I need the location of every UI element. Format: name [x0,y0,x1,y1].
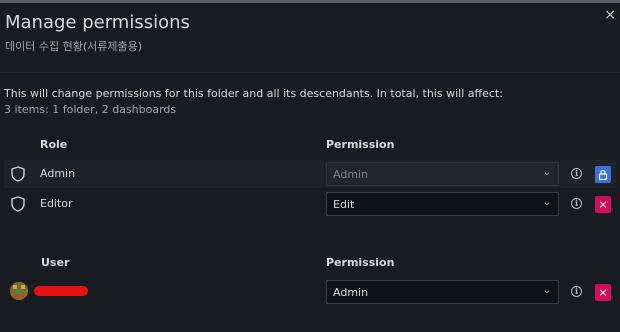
permission-value: Admin [333,286,369,299]
chevron-down-icon: ⌄ [542,197,551,208]
shield-icon [11,196,25,212]
permission-column-header: Permission [326,256,395,269]
info-icon[interactable]: i [571,198,582,209]
permission-select[interactable]: Edit ⌄ [326,192,559,216]
header-divider [0,72,620,73]
lock-button [595,166,611,183]
role-row-admin: Admin Admin ⌄ i [4,160,616,188]
role-name: Editor [40,197,73,210]
permission-value: Edit [333,198,355,211]
remove-button[interactable]: × [595,284,611,301]
shield-icon [11,166,25,182]
info-counts: 3 items: 1 folder, 2 dashboards [4,103,177,116]
user-column-header: User [41,256,70,269]
folder-name: 데이터 수집 현황(서류제출용) [5,40,143,53]
close-icon[interactable]: × [604,8,616,22]
user-row: Admin ⌄ i × [4,278,616,306]
avatar [10,282,28,300]
chevron-down-icon: ⌄ [542,167,551,178]
info-icon[interactable]: i [571,286,582,297]
permission-select: Admin ⌄ [326,162,559,186]
permission-column-header: Permission [326,138,395,151]
remove-button[interactable]: × [595,196,611,213]
lock-icon [598,169,608,181]
role-column-header: Role [40,138,68,151]
dialog-title: Manage permissions [5,12,190,33]
top-border [0,0,620,3]
permission-select[interactable]: Admin ⌄ [326,280,559,304]
redacted-username [34,286,88,296]
info-icon[interactable]: i [571,168,582,179]
chevron-down-icon: ⌄ [542,285,551,296]
role-row-editor: Editor Edit ⌄ i × [4,190,616,218]
info-text: This will change permissions for this fo… [4,87,503,100]
role-name: Admin [40,167,76,180]
permission-value: Admin [333,168,369,181]
